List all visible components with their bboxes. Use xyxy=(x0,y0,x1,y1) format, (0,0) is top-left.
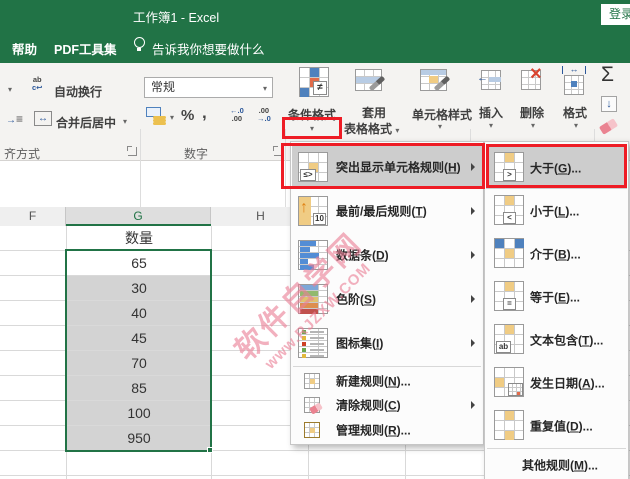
manage-rules-icon xyxy=(304,422,320,438)
increase-decimal-icon[interactable]: ←.0.00 xyxy=(230,107,244,123)
menu-item-clear-rules[interactable]: 清除规则(C) xyxy=(292,393,482,417)
format-as-table-button-line2[interactable]: 表格格式 ▾ xyxy=(344,120,399,137)
insert-button[interactable]: 插入 xyxy=(479,104,503,121)
greater-than-icon: > xyxy=(494,152,524,182)
cell-g-header[interactable]: 数量 xyxy=(67,226,211,251)
submenu-item-duplicate-values[interactable]: 重复值(D)... xyxy=(486,404,627,447)
menu-item-icon-sets[interactable]: 图标集(I) xyxy=(292,321,482,365)
merge-center-caret-icon[interactable]: ▾ xyxy=(123,118,127,126)
accounting-format-icon[interactable] xyxy=(146,107,168,125)
submenu-item-equal-to[interactable]: = 等于(E)... xyxy=(486,275,627,318)
submenu-item-text-contains[interactable]: ab 文本包含(T)... xyxy=(486,318,627,361)
tab-help[interactable]: 帮助 xyxy=(12,39,37,58)
ribbon-tab-row: 帮助 PDF工具集 告诉我你想要做什么 xyxy=(0,28,630,63)
data-bars-icon xyxy=(298,240,328,270)
color-scales-icon xyxy=(298,284,328,314)
new-rule-icon xyxy=(304,373,320,389)
menu-item-new-rule[interactable]: 新建规则(N)... xyxy=(292,369,482,393)
comma-style-button[interactable]: , xyxy=(202,103,207,123)
number-group-label: 数字 xyxy=(184,147,209,161)
conditional-formatting-caret-icon[interactable]: ▾ xyxy=(310,125,314,133)
number-dialog-launcher-icon[interactable] xyxy=(273,146,283,156)
menu-item-color-scales[interactable]: 色阶(S) xyxy=(292,277,482,321)
accounting-caret-icon[interactable]: ▾ xyxy=(170,114,174,122)
alignment-dialog-launcher-icon[interactable] xyxy=(127,146,137,156)
format-button[interactable]: 格式 xyxy=(563,104,587,121)
delete-caret-icon[interactable]: ▾ xyxy=(531,122,535,130)
menu-item-data-bars[interactable]: 数据条(D) xyxy=(292,233,482,277)
selected-column-indicator xyxy=(66,224,211,226)
clear-rules-icon xyxy=(304,397,323,415)
submenu-item-between[interactable]: 介于(B)... xyxy=(486,232,627,275)
selection-border xyxy=(65,249,212,452)
submenu-item-greater-than[interactable]: > 大于(G)... xyxy=(486,146,627,189)
highlight-cells-rules-submenu: > 大于(G)... < 小于(L)... 介于(B)... = 等于(E)..… xyxy=(484,141,629,479)
orientation-caret-icon[interactable]: ▾ xyxy=(8,86,12,94)
merge-center-button[interactable]: 合并后居中 xyxy=(56,114,116,131)
tell-me-box[interactable]: 告诉我你想要做什么 xyxy=(152,39,265,58)
number-format-caret-icon: ▾ xyxy=(262,84,267,93)
merge-center-icon: ↔ xyxy=(34,111,52,126)
date-occurring-icon xyxy=(494,367,524,397)
conditional-formatting-button[interactable]: 条件格式 xyxy=(288,106,336,123)
format-caret-icon[interactable]: ▾ xyxy=(574,122,578,130)
format-as-table-button[interactable]: 套用 xyxy=(354,104,394,121)
title-bar: 工作簿1 - Excel 登录 xyxy=(0,0,630,28)
submenu-item-date-occurring[interactable]: 发生日期(A)... xyxy=(486,361,627,404)
cell-styles-button[interactable]: 单元格样式 xyxy=(412,106,472,123)
icon-sets-icon xyxy=(298,328,328,358)
conditional-formatting-menu: ≤> 突出显示单元格规则(H) ↑ 10 最前/最后规则(T) 数据条(D) 色… xyxy=(290,141,484,445)
submenu-arrow-icon xyxy=(471,295,475,303)
fill-button[interactable]: ↓ xyxy=(601,96,617,112)
submenu-arrow-icon xyxy=(471,207,475,215)
duplicate-values-icon xyxy=(494,410,524,440)
top-bottom-rules-icon: ↑ 10 xyxy=(298,196,328,226)
percent-style-button[interactable]: % xyxy=(181,107,194,124)
cell-styles-caret-icon[interactable]: ▾ xyxy=(438,123,442,131)
menu-item-highlight-cells-rules[interactable]: ≤> 突出显示单元格规则(H) xyxy=(292,145,482,189)
menu-item-manage-rules[interactable]: 管理规则(R)... xyxy=(292,417,482,443)
submenu-arrow-icon xyxy=(471,401,475,409)
wrap-text-icon: ab c↩ xyxy=(32,75,43,92)
sign-in-button[interactable]: 登录 xyxy=(601,4,630,25)
submenu-arrow-icon xyxy=(471,251,475,259)
less-than-icon: < xyxy=(494,195,524,225)
delete-cells-icon: × xyxy=(521,63,547,94)
delete-button[interactable]: 删除 xyxy=(520,104,544,121)
wrap-text-button[interactable]: 自动换行 xyxy=(54,83,102,100)
column-header-f[interactable]: F xyxy=(0,207,66,226)
number-format-select[interactable]: 常规 ▾ xyxy=(144,77,273,98)
excel-window: 工作簿1 - Excel 登录 帮助 PDF工具集 告诉我你想要做什么 ▾ ab… xyxy=(0,0,630,479)
alignment-group-label: 齐方式 xyxy=(4,147,41,161)
clear-eraser-icon[interactable] xyxy=(598,118,619,135)
fill-handle[interactable] xyxy=(207,447,213,453)
cell-styles-icon xyxy=(420,67,454,99)
conditional-formatting-icon: ≠ xyxy=(299,67,329,97)
tab-pdf-tools[interactable]: PDF工具集 xyxy=(54,39,117,58)
submenu-item-less-than[interactable]: < 小于(L)... xyxy=(486,189,627,232)
insert-cells-icon: ← xyxy=(477,70,503,94)
lightbulb-icon xyxy=(134,37,145,51)
indent-icon[interactable]: →≡ xyxy=(6,112,23,126)
between-icon xyxy=(494,238,524,268)
autosum-button[interactable]: Σ xyxy=(601,63,614,87)
submenu-arrow-icon xyxy=(471,339,475,347)
submenu-item-more-rules[interactable]: 其他规则(M)... xyxy=(486,450,627,479)
submenu-arrow-icon xyxy=(471,163,475,171)
format-cells-icon: ↔ xyxy=(562,65,588,96)
equal-to-icon: = xyxy=(494,281,524,311)
decrease-decimal-icon[interactable]: .00 →.0 xyxy=(257,107,271,123)
insert-caret-icon[interactable]: ▾ xyxy=(489,122,493,130)
highlight-cells-rules-icon: ≤> xyxy=(298,152,328,182)
format-as-table-icon xyxy=(355,67,389,99)
window-title: 工作簿1 - Excel xyxy=(133,11,220,25)
text-contains-icon: ab xyxy=(494,324,524,354)
menu-item-top-bottom-rules[interactable]: ↑ 10 最前/最后规则(T) xyxy=(292,189,482,233)
